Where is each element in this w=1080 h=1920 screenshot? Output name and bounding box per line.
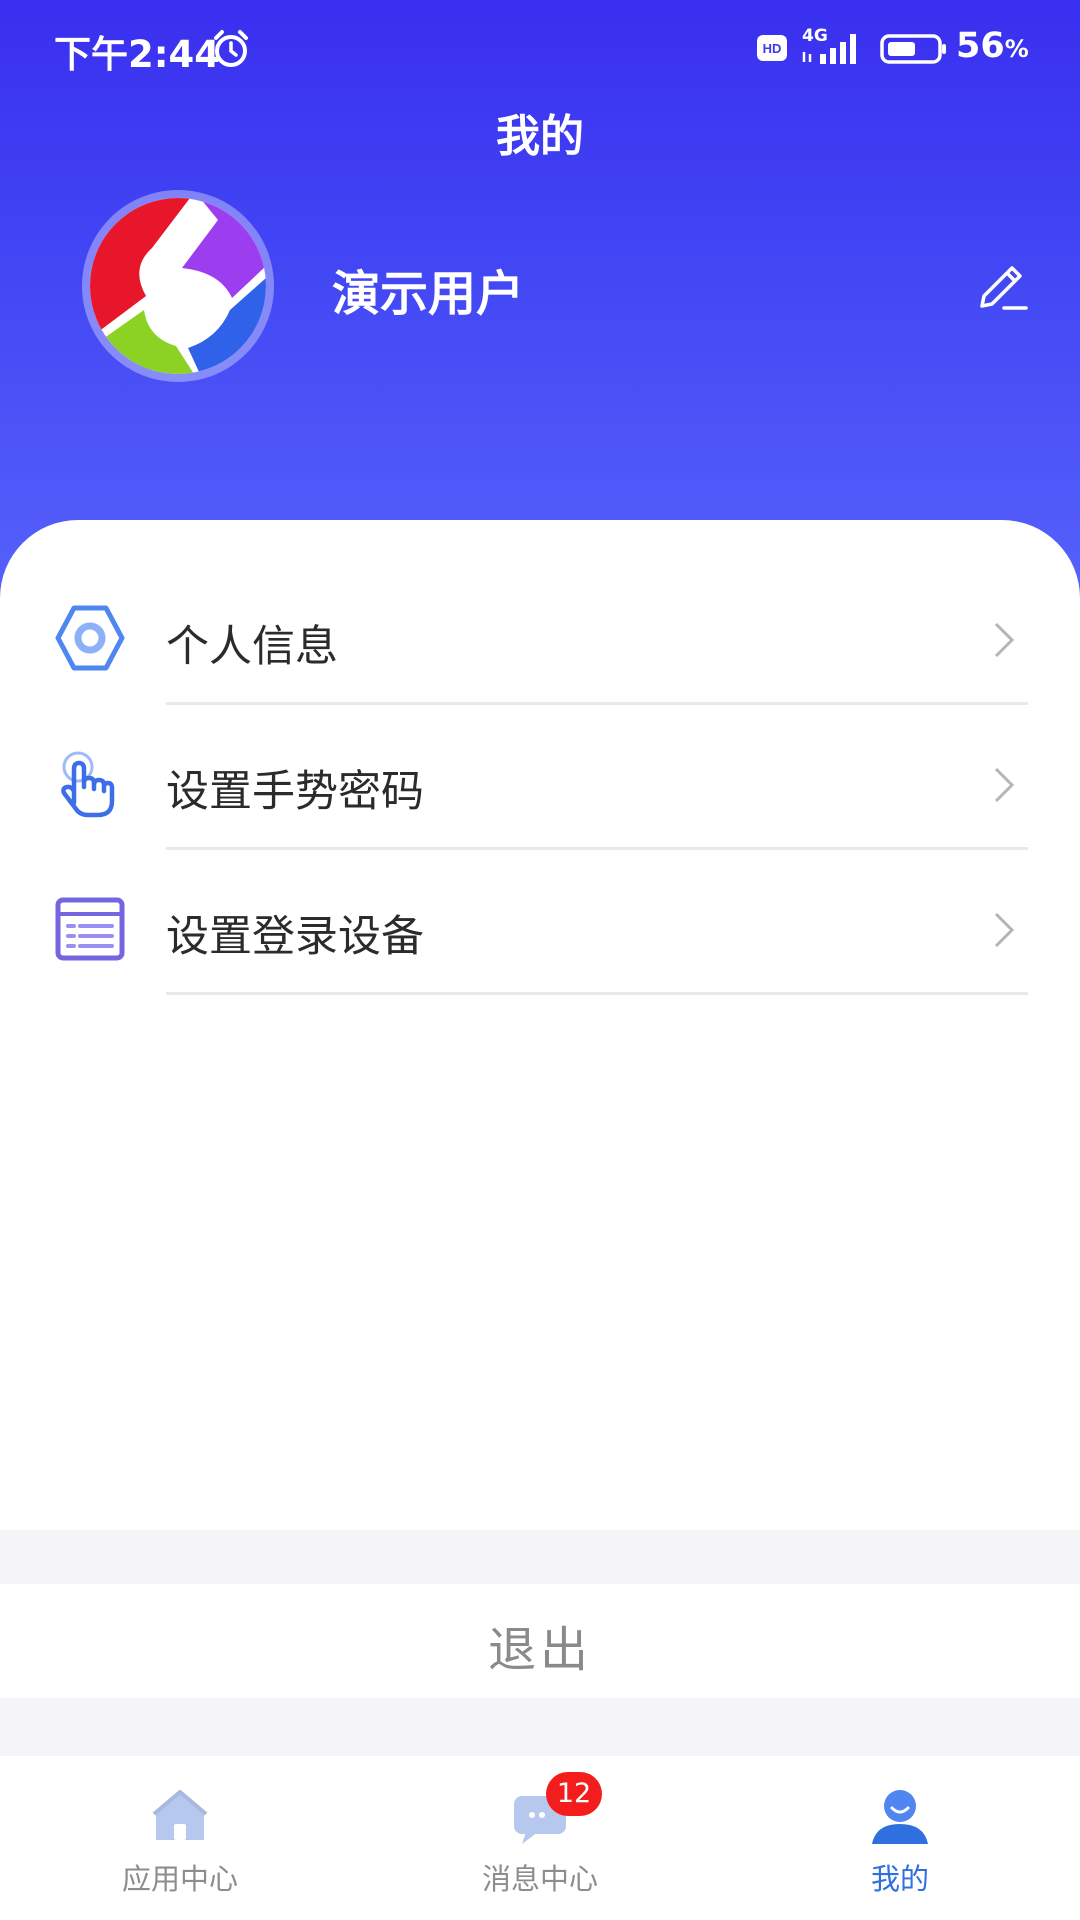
page-title: 我的 xyxy=(496,111,584,162)
tab-label: 我的 xyxy=(870,1862,929,1896)
hd-icon: HD xyxy=(757,35,787,61)
device-list-icon xyxy=(55,897,125,961)
battery-icon xyxy=(880,34,946,64)
chevron-right-icon xyxy=(994,767,1015,803)
edit-pencil-icon[interactable] xyxy=(974,260,1028,314)
tab-message-center[interactable]: 12 消息中心 xyxy=(360,1756,720,1920)
tab-mine[interactable]: 我的 xyxy=(720,1756,1080,1920)
avatar[interactable] xyxy=(82,190,274,382)
chevron-right-icon xyxy=(994,622,1015,658)
logout-label: 退出 xyxy=(487,1622,592,1678)
hand-pointer-icon xyxy=(61,751,115,818)
menu-label: 设置手势密码 xyxy=(166,767,424,817)
chevron-right-icon xyxy=(994,912,1015,948)
bottom-tab-bar: 应用中心 12 消息中心 我的 xyxy=(0,1756,1080,1920)
menu-item-login-devices[interactable]: 设置登录设备 xyxy=(0,850,1080,995)
unread-badge: 12 xyxy=(546,1772,602,1816)
signal-icon xyxy=(802,34,856,64)
menu-item-gesture-password[interactable]: 设置手势密码 xyxy=(0,705,1080,850)
divider xyxy=(166,992,1028,995)
status-bar: 下午2:44 HD 4G 56% xyxy=(0,0,1080,100)
user-icon xyxy=(872,1790,928,1844)
svg-text:HD: HD xyxy=(763,41,782,56)
battery-percent: 56% xyxy=(956,26,1029,66)
tab-app-center[interactable]: 应用中心 xyxy=(0,1756,360,1920)
menu-card: 个人信息 设置手势密码 设置登录设备 xyxy=(0,520,1080,1530)
profile-header: 下午2:44 HD 4G 56% 我的 演示用户 xyxy=(0,0,1080,600)
hexagon-settings-icon xyxy=(55,605,125,671)
status-time: 下午2:44 xyxy=(54,33,221,76)
logout-button[interactable]: 退出 xyxy=(0,1584,1080,1698)
alarm-icon xyxy=(214,30,248,67)
menu-item-personal-info[interactable]: 个人信息 xyxy=(0,560,1080,705)
menu-label: 个人信息 xyxy=(166,622,338,672)
user-name: 演示用户 xyxy=(332,266,525,322)
home-icon xyxy=(152,1790,208,1840)
tab-label: 应用中心 xyxy=(121,1862,238,1896)
tab-label: 消息中心 xyxy=(481,1862,598,1896)
avatar-logo-icon xyxy=(90,198,266,374)
menu-label: 设置登录设备 xyxy=(166,912,424,962)
